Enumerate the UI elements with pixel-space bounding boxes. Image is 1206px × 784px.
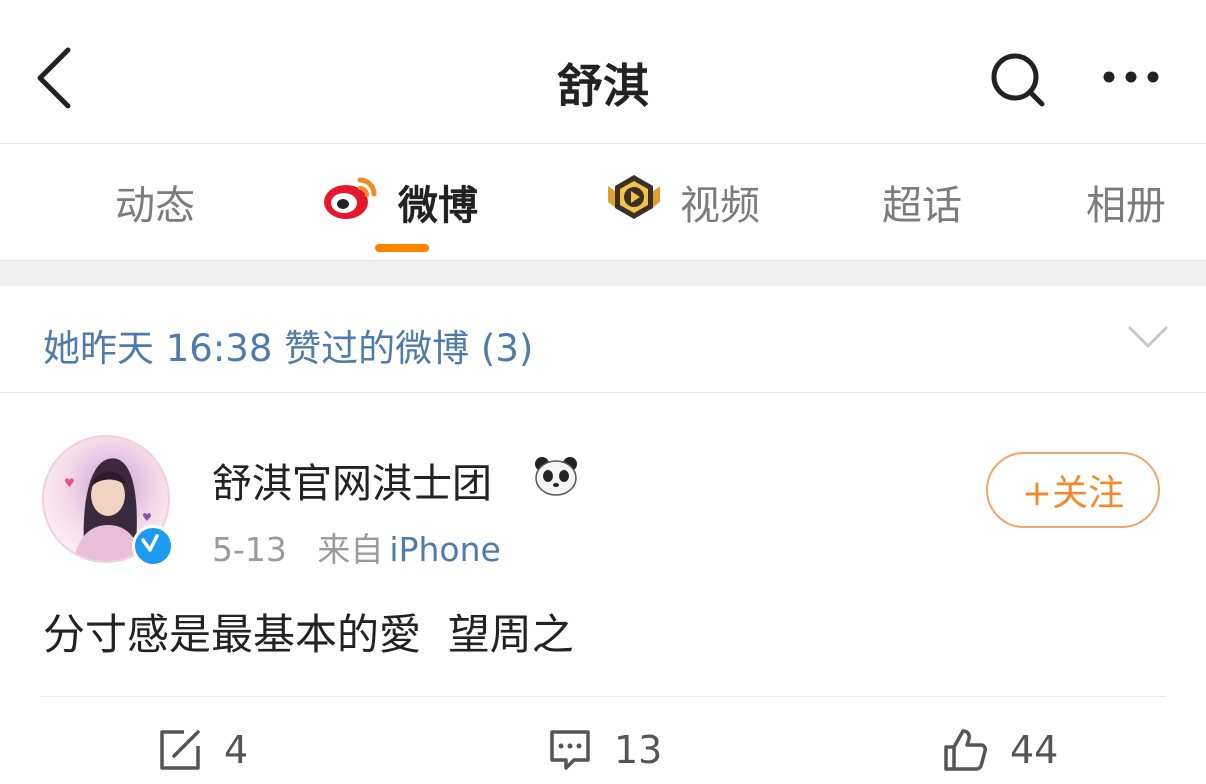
section-divider — [0, 260, 1206, 287]
like-count: 44 — [1010, 728, 1059, 772]
active-tab-indicator — [375, 244, 429, 252]
tab-video[interactable]: 视频 — [604, 172, 760, 232]
tab-weibo[interactable]: 微博 — [322, 172, 478, 232]
repost-count: 4 — [224, 728, 249, 772]
profile-tabs: 动态 微博 视频 超话 相册 — [0, 144, 1206, 260]
tab-label: 超话 — [882, 183, 962, 229]
divider — [40, 696, 1166, 697]
post-content: 分寸感是最基本的愛 望周之 — [43, 610, 574, 659]
source-prefix: 来自 — [317, 530, 384, 569]
tab-album[interactable]: 相册 — [1086, 172, 1166, 232]
liked-posts-bar[interactable]: 她昨天 16:38 赞过的微博 (3) — [0, 286, 1206, 393]
comment-count: 13 — [614, 728, 663, 772]
tab-label: 视频 — [680, 183, 760, 229]
tab-label: 动态 — [115, 183, 195, 229]
tab-label: 微博 — [398, 183, 478, 229]
weibo-logo-icon — [322, 172, 382, 232]
more-button[interactable] — [1100, 62, 1162, 92]
follow-button[interactable]: +关注 — [986, 452, 1160, 528]
top-bar: 舒淇 — [0, 0, 1206, 144]
post-source[interactable]: iPhone — [389, 530, 500, 569]
more-icon — [1103, 71, 1159, 83]
tab-label: 相册 — [1086, 183, 1166, 229]
post-card: ♥ ♥ 舒淇官网淇士团 5-13 来自 iPhone +关注 分寸感是最基本的愛 … — [0, 393, 1206, 784]
liked-posts-label: 她昨天 16:38 赞过的微博 (3) — [43, 327, 534, 370]
svg-text:♥: ♥ — [64, 476, 75, 490]
like-button[interactable]: 44 — [942, 723, 1058, 777]
verified-icon — [132, 525, 174, 567]
tab-dynamics[interactable]: 动态 — [115, 172, 195, 232]
comment-button[interactable]: 13 — [548, 723, 662, 777]
author-name[interactable]: 舒淇官网淇士团 — [212, 451, 492, 509]
tab-super-topic[interactable]: 超话 — [882, 172, 962, 232]
avatar[interactable]: ♥ ♥ — [42, 435, 174, 567]
repost-icon — [160, 730, 200, 770]
search-button[interactable] — [988, 50, 1048, 110]
expand-chevron-icon — [1128, 326, 1168, 348]
svg-text:♥: ♥ — [142, 511, 152, 524]
video-play-icon — [604, 172, 664, 232]
post-date: 5-13 — [212, 530, 287, 569]
like-icon — [944, 729, 987, 771]
post-meta: 5-13 来自 iPhone — [212, 523, 501, 571]
panda-icon — [535, 457, 577, 496]
repost-button[interactable]: 4 — [158, 723, 248, 777]
comment-icon — [550, 730, 590, 770]
search-icon — [991, 53, 1045, 107]
